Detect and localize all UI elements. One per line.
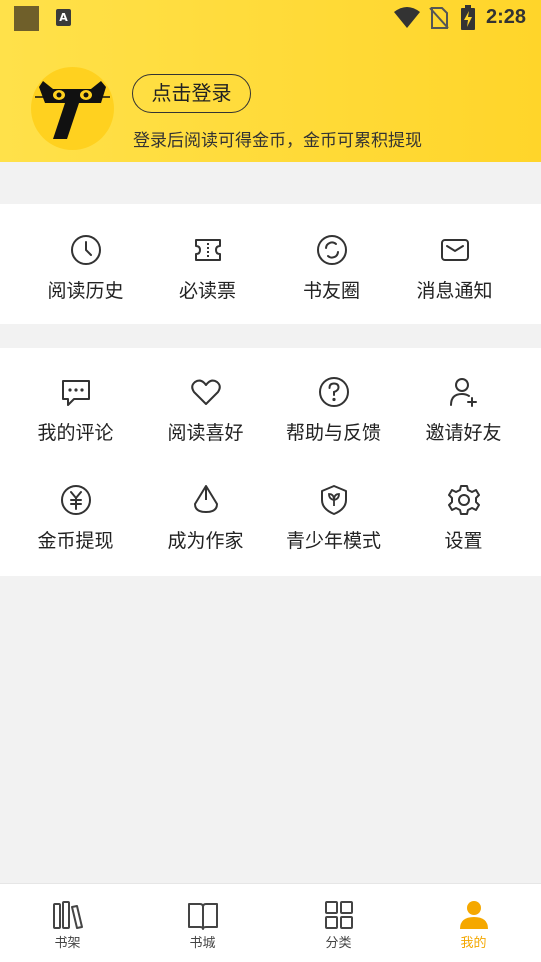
clock-time: 2:28: [486, 6, 527, 28]
bottom-tab-bar: 书架 书城 分类 我的: [0, 883, 541, 962]
menu-item-help-feedback[interactable]: 帮助与反馈: [266, 374, 401, 445]
menu-item-label: 邀请好友: [425, 422, 502, 444]
pen-nib-icon: [193, 485, 218, 513]
no-sim-icon: [429, 7, 449, 29]
menu-item-reading-preference[interactable]: 阅读喜好: [138, 374, 273, 445]
login-button[interactable]: 点击登录: [132, 74, 251, 113]
menu-item-label: 我的评论: [37, 422, 114, 444]
bookshelf-icon: [52, 901, 83, 929]
menu-item-settings[interactable]: 设置: [396, 482, 531, 553]
tab-label: 书架: [54, 936, 81, 951]
avatar[interactable]: [31, 67, 114, 150]
menu-item-invite-friends[interactable]: 邀请好友: [396, 374, 531, 445]
menu-item-label: 帮助与反馈: [285, 422, 381, 444]
tab-label: 书城: [189, 936, 216, 951]
menu-item-label: 书友圈: [302, 280, 360, 302]
heart-icon: [190, 379, 221, 405]
menu-item-label: 消息通知: [416, 280, 493, 302]
gear-icon: [447, 485, 480, 515]
profile-header: A 2:28 点击登录 登录后阅读可得金币，金币可累积提现: [0, 0, 541, 162]
tab-bookshelf[interactable]: 书架: [0, 884, 135, 962]
battery-icon: [461, 5, 475, 30]
mail-icon: [440, 239, 469, 261]
add-user-icon: [449, 378, 477, 407]
menu-item-become-writer[interactable]: 成为作家: [138, 482, 273, 553]
primary-menu-card: 阅读历史 必读票 书友圈 消息通知: [0, 204, 541, 324]
grid-icon: [324, 901, 353, 929]
menu-item-teen-mode[interactable]: 青少年模式: [266, 482, 401, 553]
ticket-icon: [194, 239, 221, 261]
menu-item-label: 设置: [444, 530, 483, 552]
comment-icon: [61, 380, 90, 406]
coin-icon: [60, 485, 91, 515]
menu-item-reading-history[interactable]: 阅读历史: [18, 232, 153, 303]
status-bar: A 2:28: [0, 0, 541, 36]
wifi-icon: [394, 7, 420, 28]
secondary-menu-card: 我的评论 阅读喜好 帮助与反馈 邀请好友 金币提现 成为作家 青少年模式 设置: [0, 348, 541, 576]
tab-categories[interactable]: 分类: [271, 884, 406, 962]
notification-a-icon: A: [56, 9, 71, 26]
menu-item-notifications[interactable]: 消息通知: [387, 232, 522, 303]
cat-logo-icon: [35, 81, 110, 139]
menu-item-must-read-ticket[interactable]: 必读票: [140, 232, 275, 303]
menu-item-label: 青少年模式: [285, 530, 381, 552]
menu-item-label: 阅读喜好: [167, 422, 244, 444]
tab-mine[interactable]: 我的: [406, 884, 541, 962]
menu-item-label: 必读票: [178, 280, 236, 302]
book-icon: [187, 903, 218, 930]
login-subtitle: 登录后阅读可得金币，金币可累积提现: [133, 131, 422, 151]
user-icon: [459, 901, 488, 929]
menu-item-label: 阅读历史: [47, 280, 124, 302]
menu-item-coin-withdraw[interactable]: 金币提现: [8, 482, 143, 553]
menu-item-my-comments[interactable]: 我的评论: [8, 374, 143, 445]
notification-app-icon: [14, 6, 39, 31]
help-icon: [318, 377, 349, 407]
tab-label: 分类: [325, 936, 352, 951]
circle-icon: [316, 235, 347, 265]
menu-item-label: 成为作家: [167, 530, 244, 552]
clock-icon: [70, 235, 101, 265]
tab-bookstore[interactable]: 书城: [135, 884, 270, 962]
menu-item-label: 金币提现: [37, 530, 114, 552]
shield-icon: [320, 485, 347, 515]
menu-item-book-circle[interactable]: 书友圈: [264, 232, 399, 303]
tab-label: 我的: [460, 936, 487, 951]
